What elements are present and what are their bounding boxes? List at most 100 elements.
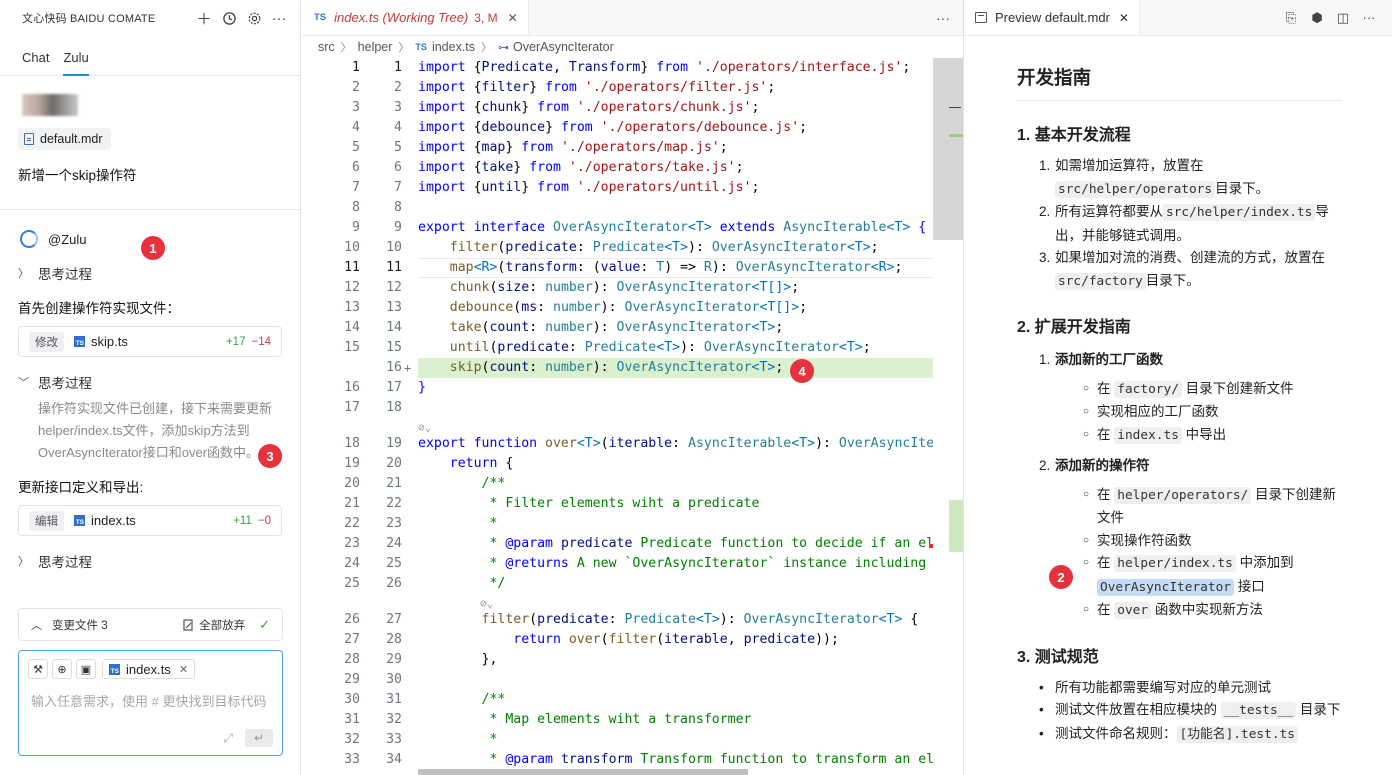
file-edit-card-skip[interactable]: 修改 TS skip.ts +17 −14: [18, 326, 282, 357]
new-line-number: 21: [386, 476, 402, 491]
editor-overview-ruler[interactable]: [929, 58, 963, 775]
code-text[interactable]: * @param transform Transform function to…: [418, 750, 933, 770]
typescript-file-icon: TS: [415, 42, 427, 52]
breadcrumb-file[interactable]: index.ts: [432, 40, 475, 54]
more-actions-icon[interactable]: ···: [1356, 10, 1382, 25]
code-line: 9 9 export interface OverAsyncIterator<T> …: [302, 218, 963, 238]
settings-gear-icon[interactable]: [243, 7, 265, 29]
code-text[interactable]: debounce(ms: number): OverAsyncIterator<…: [418, 298, 933, 318]
code-text[interactable]: * Filter elements wiht a predicate: [418, 494, 933, 514]
code-text[interactable]: import {take} from './operators/take.js'…: [418, 158, 933, 178]
editor-tab-index-ts[interactable]: TS index.ts (Working Tree) 3, M ✕: [302, 0, 529, 35]
code-line: 27 28 return over(filter(iterable, predic…: [302, 630, 963, 650]
breadcrumb: src 〉 helper 〉 TS index.ts 〉 ⊶ OverAsync…: [302, 36, 963, 58]
thinking-toggle-1[interactable]: 〉 思考过程: [18, 263, 282, 283]
code-text[interactable]: }: [418, 378, 933, 398]
discard-all-button[interactable]: 全部放弃: [183, 617, 245, 633]
file-edit-card-index[interactable]: 编辑 TS index.ts +11 −0: [18, 505, 282, 536]
thinking-toggle-2[interactable]: ﹀ 思考过程: [18, 372, 282, 392]
list-marker: ○: [1083, 534, 1090, 546]
preview-tab[interactable]: Preview default.mdr ✕: [965, 0, 1140, 35]
breadcrumb-separator-icon: 〉: [398, 42, 410, 54]
code-line: 30 31 /**: [302, 690, 963, 710]
breadcrumb-helper[interactable]: helper: [358, 40, 393, 54]
editor-tab-bar: TS index.ts (Working Tree) 3, M ✕ ···: [302, 0, 963, 36]
code-text[interactable]: /**: [418, 690, 933, 710]
old-line-number: 9: [352, 220, 360, 235]
code-text[interactable]: import {map} from './operators/map.js';: [418, 138, 933, 158]
code-text[interactable]: chunk(size: number): OverAsyncIterator<T…: [418, 278, 933, 298]
code-text[interactable]: filter(predicate: Predicate<T>): OverAsy…: [418, 610, 933, 630]
code-text[interactable]: until(predicate: Predicate<T>): OverAsyn…: [418, 338, 933, 358]
editor-more-actions-icon[interactable]: ···: [923, 0, 963, 35]
code-text[interactable]: * Map elements wiht a transformer: [418, 710, 933, 730]
accept-all-check-icon[interactable]: ✓: [259, 617, 270, 633]
code-text[interactable]: return {: [418, 454, 933, 474]
context-file-name: index.ts: [126, 661, 171, 677]
tab-close-icon[interactable]: ✕: [508, 11, 518, 25]
tools-icon[interactable]: ⚒: [28, 659, 48, 679]
breadcrumb-separator-icon: 〉: [340, 42, 352, 54]
image-icon[interactable]: ▣: [76, 659, 96, 679]
code-text[interactable]: /**: [418, 474, 933, 494]
code-line: 14 14 take(count: number): OverAsyncItera…: [302, 318, 963, 338]
add-context-icon[interactable]: ⊕: [52, 659, 72, 679]
horizontal-scrollbar[interactable]: [418, 769, 748, 775]
inline-code: helper/index.ts: [1114, 555, 1236, 572]
list-item: 3. 如果增加对流的消费、创建流的方式，放置在src/factory 目录下。: [1017, 247, 1342, 293]
more-actions-icon[interactable]: ···: [268, 7, 290, 29]
code-text[interactable]: },: [418, 650, 933, 670]
context-file-chip[interactable]: TS index.ts ✕: [102, 659, 196, 679]
code-text[interactable]: import {chunk} from './operators/chunk.j…: [418, 98, 933, 118]
old-line-number: 12: [344, 280, 360, 295]
tab-close-icon[interactable]: ✕: [1119, 11, 1129, 25]
code-line: 26 27 filter(predicate: Predicate<T>): Ov…: [302, 610, 963, 630]
changed-files-label: 变更文件 3: [52, 619, 108, 632]
changed-files-bar[interactable]: ︿ 变更文件 3 全部放弃 ✓: [18, 608, 283, 641]
code-text[interactable]: * @returns A new `OverAsyncIterator` ins…: [418, 554, 933, 574]
code-text[interactable]: return over(filter(iterable, predicate))…: [418, 630, 933, 650]
code-text[interactable]: import {Predicate, Transform} from './op…: [418, 58, 933, 78]
code-text[interactable]: import {until} from './operators/until.j…: [418, 178, 933, 198]
code-text[interactable]: filter(predicate: Predicate<T>): OverAsy…: [418, 238, 933, 258]
agent-header: @Zulu: [18, 230, 282, 248]
breadcrumb-src[interactable]: src: [318, 40, 335, 54]
remove-chip-close-icon[interactable]: ✕: [179, 663, 188, 676]
code-text[interactable]: take(count: number): OverAsyncIterator<T…: [418, 318, 933, 338]
tab-chat[interactable]: Chat: [22, 50, 49, 75]
code-text[interactable]: import {debounce} from './operators/debo…: [418, 118, 933, 138]
code-text[interactable]: * @param predicate Predicate function to…: [418, 534, 933, 554]
open-source-icon[interactable]: ⎘: [1278, 10, 1304, 26]
breadcrumb-symbol[interactable]: OverAsyncIterator: [513, 40, 614, 54]
history-icon[interactable]: [218, 7, 240, 29]
send-button[interactable]: ↵: [245, 729, 273, 747]
code-area[interactable]: 1 1 import {Predicate, Transform} from './…: [302, 58, 963, 775]
code-text[interactable]: map<R>(transform: (value: T) => R): Over…: [418, 258, 933, 278]
preview-actions: ⎘ ⬢ ◫ ···: [1278, 0, 1392, 35]
chat-input-box[interactable]: ⚒ ⊕ ▣ TS index.ts ✕ 输入任意需求，使用 # 更快找到目标代码…: [18, 650, 283, 756]
code-text[interactable]: */: [418, 574, 933, 594]
old-line-number: 24: [344, 556, 360, 571]
expand-icon[interactable]: ⤢: [223, 731, 233, 746]
chat-input-placeholder[interactable]: 输入任意需求，使用 # 更快找到目标代码: [28, 691, 273, 710]
code-text[interactable]: *: [418, 730, 933, 750]
comate-icon[interactable]: ⬢: [1304, 10, 1330, 26]
new-chat-icon[interactable]: ＋: [193, 7, 215, 29]
code-line: 18 19 export function over<T>(iterable: As…: [302, 434, 963, 454]
list-item: • 测试文件命名规则： [功能名].test.ts: [1017, 723, 1342, 747]
code-text[interactable]: *: [418, 514, 933, 534]
tab-zulu[interactable]: Zulu: [63, 50, 90, 76]
code-text[interactable]: skip(count: number): OverAsyncIterator<T…: [418, 358, 933, 378]
split-editor-icon[interactable]: ◫: [1330, 10, 1356, 26]
old-line-number: 33: [344, 752, 360, 767]
scroll-thumb[interactable]: [933, 58, 963, 240]
code-line: 32 33 *: [302, 730, 963, 750]
thinking-toggle-3[interactable]: 〉 思考过程: [18, 551, 282, 571]
preview-tab-label: Preview default.mdr: [995, 10, 1110, 25]
code-text[interactable]: import {filter} from './operators/filter…: [418, 78, 933, 98]
code-text[interactable]: export interface OverAsyncIterator<T> ex…: [418, 218, 933, 238]
code-text[interactable]: export function over<T>(iterable: AsyncI…: [418, 434, 933, 454]
list-item: 2. 所有运算符都要从 src/helper/index.ts 导出，并能够链式调用。: [1017, 201, 1342, 247]
input-toolbar: ⚒ ⊕ ▣ TS index.ts ✕: [28, 659, 273, 679]
attached-file-chip[interactable]: default.mdr: [18, 128, 111, 150]
